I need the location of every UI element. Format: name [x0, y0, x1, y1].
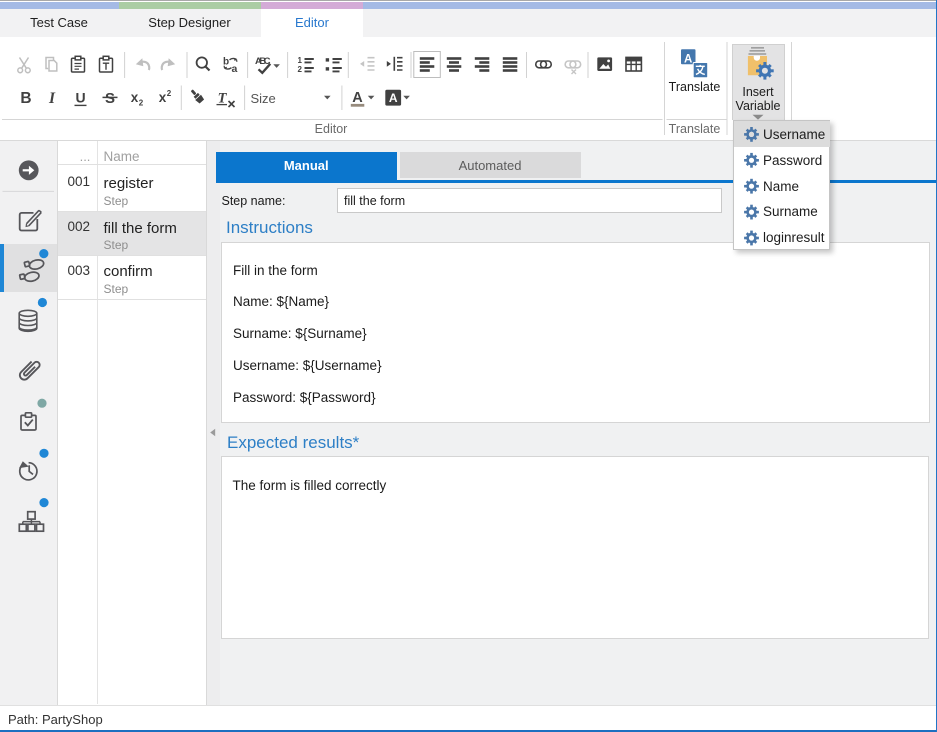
svg-text:a: a: [232, 63, 238, 75]
svg-text:x: x: [131, 90, 139, 105]
svg-text:2: 2: [167, 89, 172, 98]
svg-text:A: A: [684, 54, 692, 66]
svg-text:A: A: [352, 90, 363, 106]
svg-text:1: 1: [298, 56, 303, 65]
svg-text:2: 2: [139, 99, 144, 108]
svg-text:x: x: [159, 90, 167, 105]
svg-text:S: S: [105, 90, 115, 107]
svg-text:B: B: [20, 90, 31, 107]
svg-text:U: U: [75, 90, 85, 106]
svg-text:2: 2: [298, 65, 303, 74]
svg-text:A: A: [389, 91, 398, 105]
svg-text:I: I: [48, 90, 56, 107]
